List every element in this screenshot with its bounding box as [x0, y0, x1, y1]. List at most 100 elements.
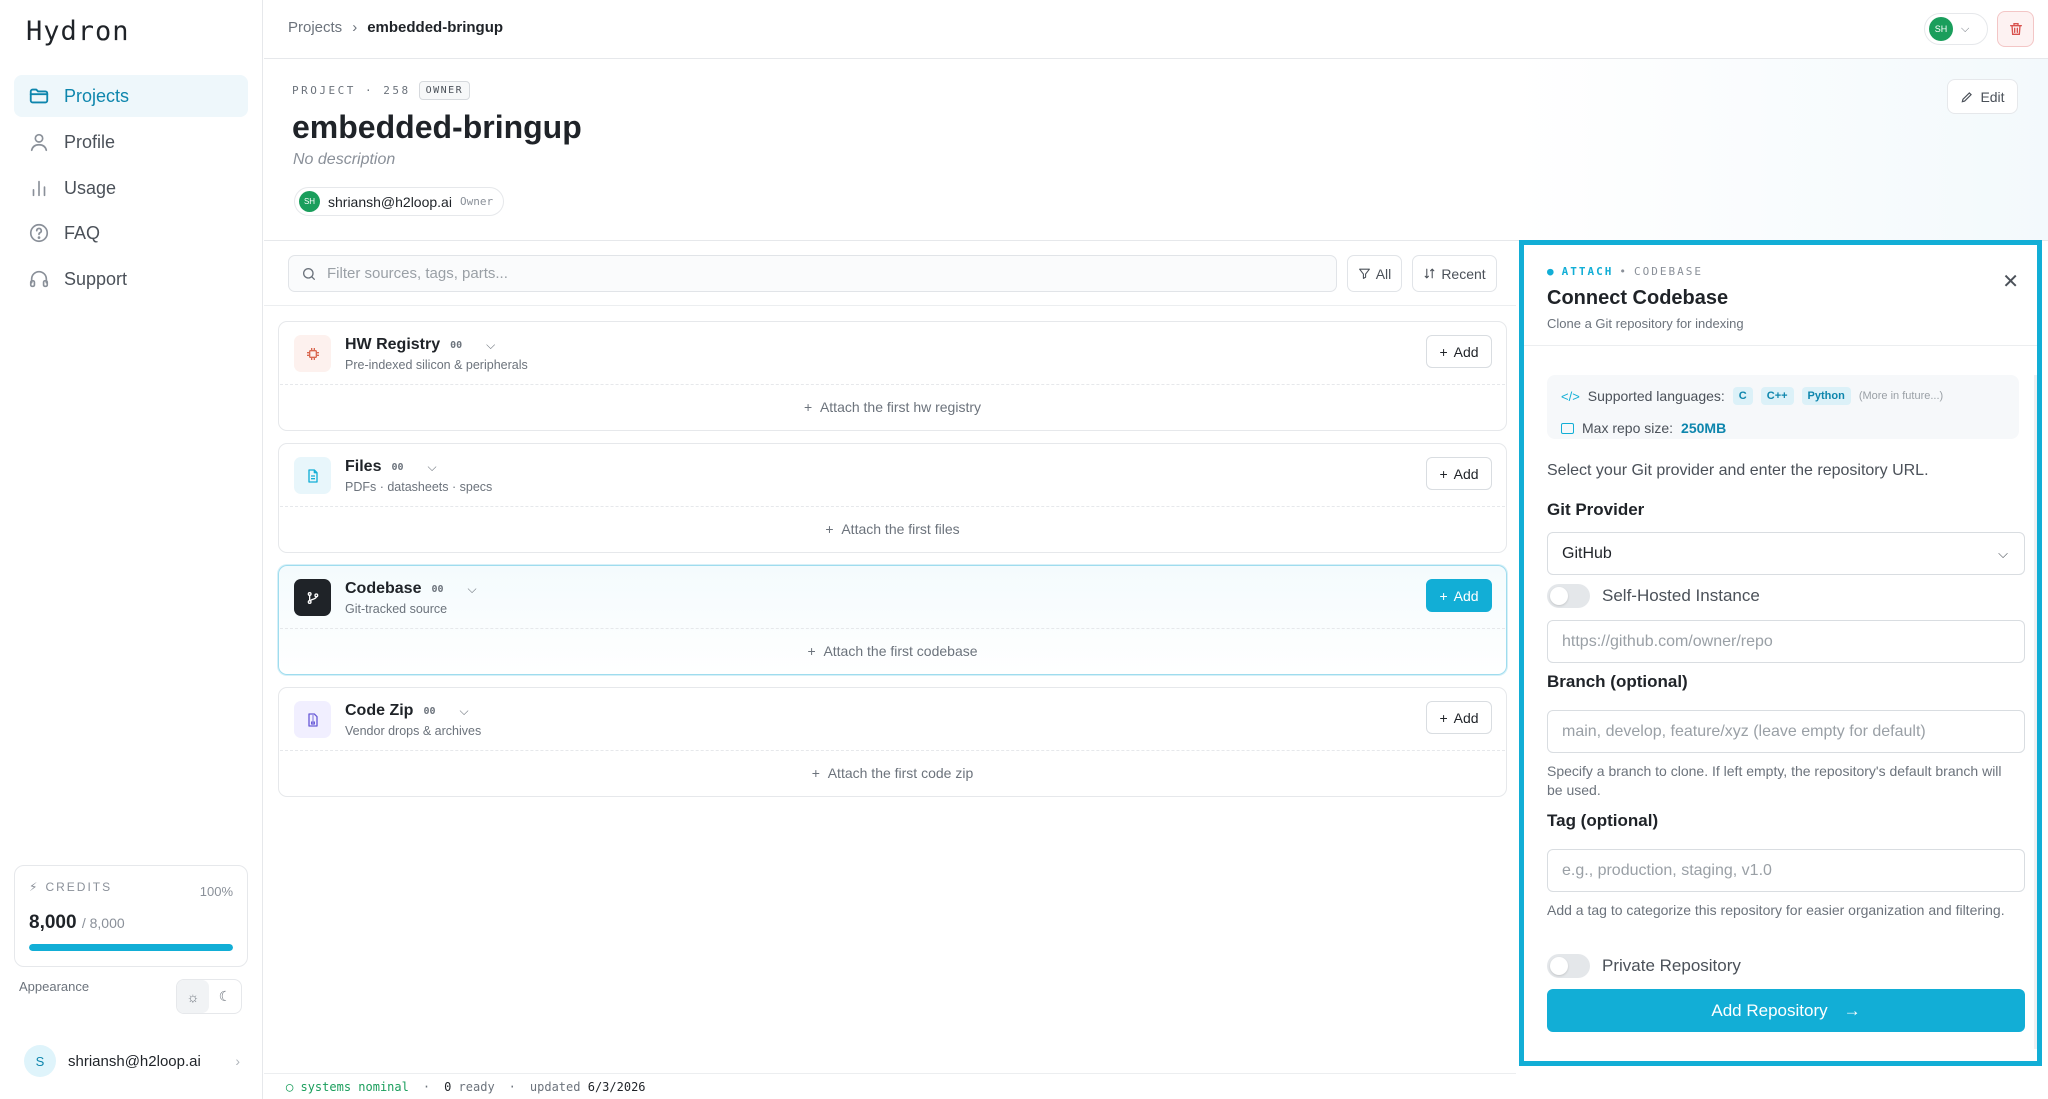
chevron-down-icon[interactable]: ⌵ — [428, 460, 437, 475]
credits-progress — [29, 944, 233, 951]
source-title[interactable]: HW Registry 00 ⌵ — [345, 336, 495, 354]
source-card-hw-registry: HW Registry 00 ⌵ Pre-indexed silicon & p… — [278, 321, 1507, 431]
add-files-button[interactable]: + Add — [1426, 457, 1492, 490]
owner-email: shriansh@h2loop.ai — [328, 193, 452, 210]
status-bar: ◯ systems nominal · 0 ready · updated 6/… — [264, 1073, 1516, 1099]
language-badge: Python — [1801, 387, 1851, 405]
filter-all-button[interactable]: All — [1347, 255, 1402, 292]
appearance-label: Appearance — [19, 979, 90, 994]
language-badge: C — [1732, 387, 1753, 405]
sun-icon[interactable]: ☼ — [177, 980, 209, 1013]
check-circle-icon: ◯ — [286, 1079, 294, 1094]
app-logo[interactable]: Hydron — [26, 16, 130, 47]
add-hw-registry-button[interactable]: + Add — [1426, 335, 1492, 368]
breadcrumb-current: embedded-bringup — [367, 19, 504, 36]
source-count: 00 — [423, 705, 436, 717]
tag-label: Tag (optional) — [1547, 811, 1659, 830]
sort-recent-button[interactable]: Recent — [1412, 255, 1497, 292]
git-branch-icon — [294, 579, 331, 616]
delete-project-button[interactable] — [1997, 11, 2034, 47]
self-hosted-toggle[interactable] — [1547, 584, 1590, 608]
max-repo-size: Max repo size: 250MB — [1561, 417, 2005, 439]
topbar: Projects › embedded-bringup SH ⌵ — [264, 0, 2048, 59]
ready-count: 0 ready — [444, 1079, 495, 1094]
breadcrumb-projects[interactable]: Projects — [288, 19, 342, 36]
git-provider-label: Git Provider — [1547, 500, 1645, 519]
chevron-down-icon[interactable]: ⌵ — [468, 582, 477, 597]
file-icon — [294, 457, 331, 494]
sidebar-item-projects[interactable]: Projects — [14, 75, 248, 117]
chevron-down-icon: ⌵ — [1961, 22, 1970, 35]
user-menu[interactable]: S shriansh@h2loop.ai › — [14, 1040, 248, 1082]
lightning-icon: ⚡︎ — [29, 880, 40, 894]
archive-icon — [294, 701, 331, 738]
funnel-icon — [1358, 268, 1370, 279]
repo-info-box: </> Supported languages: C C++ Python (M… — [1547, 375, 2019, 439]
git-provider-select[interactable]: GitHub ⌵ — [1547, 532, 2025, 575]
avatar: SH — [299, 191, 320, 212]
close-icon[interactable]: ✕ — [2002, 269, 2019, 294]
project-meta: PROJECT · 258 OWNER — [292, 81, 471, 100]
plus-icon: + — [825, 521, 842, 537]
attach-first-link[interactable]: + Attach the first codebase — [279, 643, 1506, 659]
add-repository-button[interactable]: Add Repository → — [1547, 989, 2025, 1032]
updated-timestamp: updated 6/3/2026 — [529, 1079, 646, 1094]
user-icon — [30, 133, 48, 152]
image-icon — [1561, 422, 1574, 434]
headphones-icon — [29, 270, 49, 288]
plus-icon: + — [1439, 709, 1448, 726]
source-count: 00 — [391, 461, 404, 473]
source-subtitle: Git-tracked source — [345, 602, 448, 616]
self-hosted-label: Self-Hosted Instance — [1602, 586, 1760, 605]
tag-hint: Add a tag to categorize this repository … — [1547, 902, 2005, 918]
private-repo-toggle[interactable] — [1547, 954, 1590, 978]
sidebar-item-label: FAQ — [64, 222, 101, 243]
theme-toggle[interactable]: ☼ ☾ — [176, 979, 242, 1014]
credits-value: 8,000 / 8,000 — [29, 912, 125, 933]
sort-icon — [1424, 268, 1435, 279]
chevron-down-icon[interactable]: ⌵ — [486, 338, 495, 353]
role-badge: OWNER — [418, 81, 471, 100]
chevron-down-icon[interactable]: ⌵ — [459, 704, 468, 719]
scrollbar[interactable] — [2034, 375, 2037, 1049]
sidebar-item-profile[interactable]: Profile — [14, 121, 248, 163]
private-repo-label: Private Repository — [1602, 956, 1741, 975]
divider — [280, 506, 1505, 507]
attach-first-link[interactable]: + Attach the first hw registry — [279, 399, 1506, 415]
source-card-code-zip: Code Zip 00 ⌵ Vendor drops & archives + A… — [278, 687, 1507, 797]
project-header: PROJECT · 258 OWNER embedded-bringup No … — [264, 59, 2048, 241]
source-title[interactable]: Codebase 00 ⌵ — [345, 580, 477, 598]
source-count: 00 — [431, 583, 444, 595]
moon-icon[interactable]: ☾ — [209, 980, 241, 1013]
attach-first-link[interactable]: + Attach the first files — [279, 521, 1506, 537]
branch-input[interactable]: main, develop, feature/xyz (leave empty … — [1547, 710, 2025, 753]
user-email: shriansh@h2loop.ai — [68, 1052, 201, 1070]
branch-label: Branch (optional) — [1547, 672, 1688, 691]
sidebar-item-usage[interactable]: Usage — [14, 167, 248, 209]
folder-icon — [29, 88, 49, 104]
repository-url-input[interactable]: https://github.com/owner/repo — [1547, 620, 2025, 663]
tag-input[interactable]: e.g., production, staging, v1.0 — [1547, 849, 2025, 892]
edit-button[interactable]: Edit — [1947, 79, 2018, 114]
plus-icon: + — [1439, 343, 1448, 360]
add-codebase-button[interactable]: + Add — [1426, 579, 1492, 612]
search-icon — [303, 267, 315, 280]
source-subtitle: PDFs · datasheets · specs — [345, 480, 493, 494]
sidebar-item-faq[interactable]: FAQ — [14, 212, 248, 254]
credits-label: CREDITS — [45, 880, 113, 894]
attach-first-link[interactable]: + Attach the first code zip — [279, 765, 1506, 781]
project-description: No description — [293, 151, 396, 168]
panel-kicker: ● ATTACH • CODEBASE — [1547, 265, 1703, 278]
breadcrumb: Projects › embedded-bringup — [288, 19, 503, 36]
source-title[interactable]: Files 00 ⌵ — [345, 458, 437, 476]
chevron-right-icon: › — [352, 19, 358, 36]
sidebar-item-support[interactable]: Support — [14, 258, 248, 300]
add-code-zip-button[interactable]: + Add — [1426, 701, 1492, 734]
sidebar: Hydron Projects Profile Usage FAQ Suppor… — [0, 0, 263, 1099]
source-title[interactable]: Code Zip 00 ⌵ — [345, 702, 469, 720]
dot-icon: ● — [1547, 265, 1556, 278]
filter-input[interactable]: Filter sources, tags, parts... — [288, 255, 1337, 292]
trash-icon — [2009, 23, 2022, 35]
account-menu-button[interactable]: SH ⌵ — [1924, 13, 1988, 45]
panel-subtitle: Clone a Git repository for indexing — [1547, 316, 1744, 331]
